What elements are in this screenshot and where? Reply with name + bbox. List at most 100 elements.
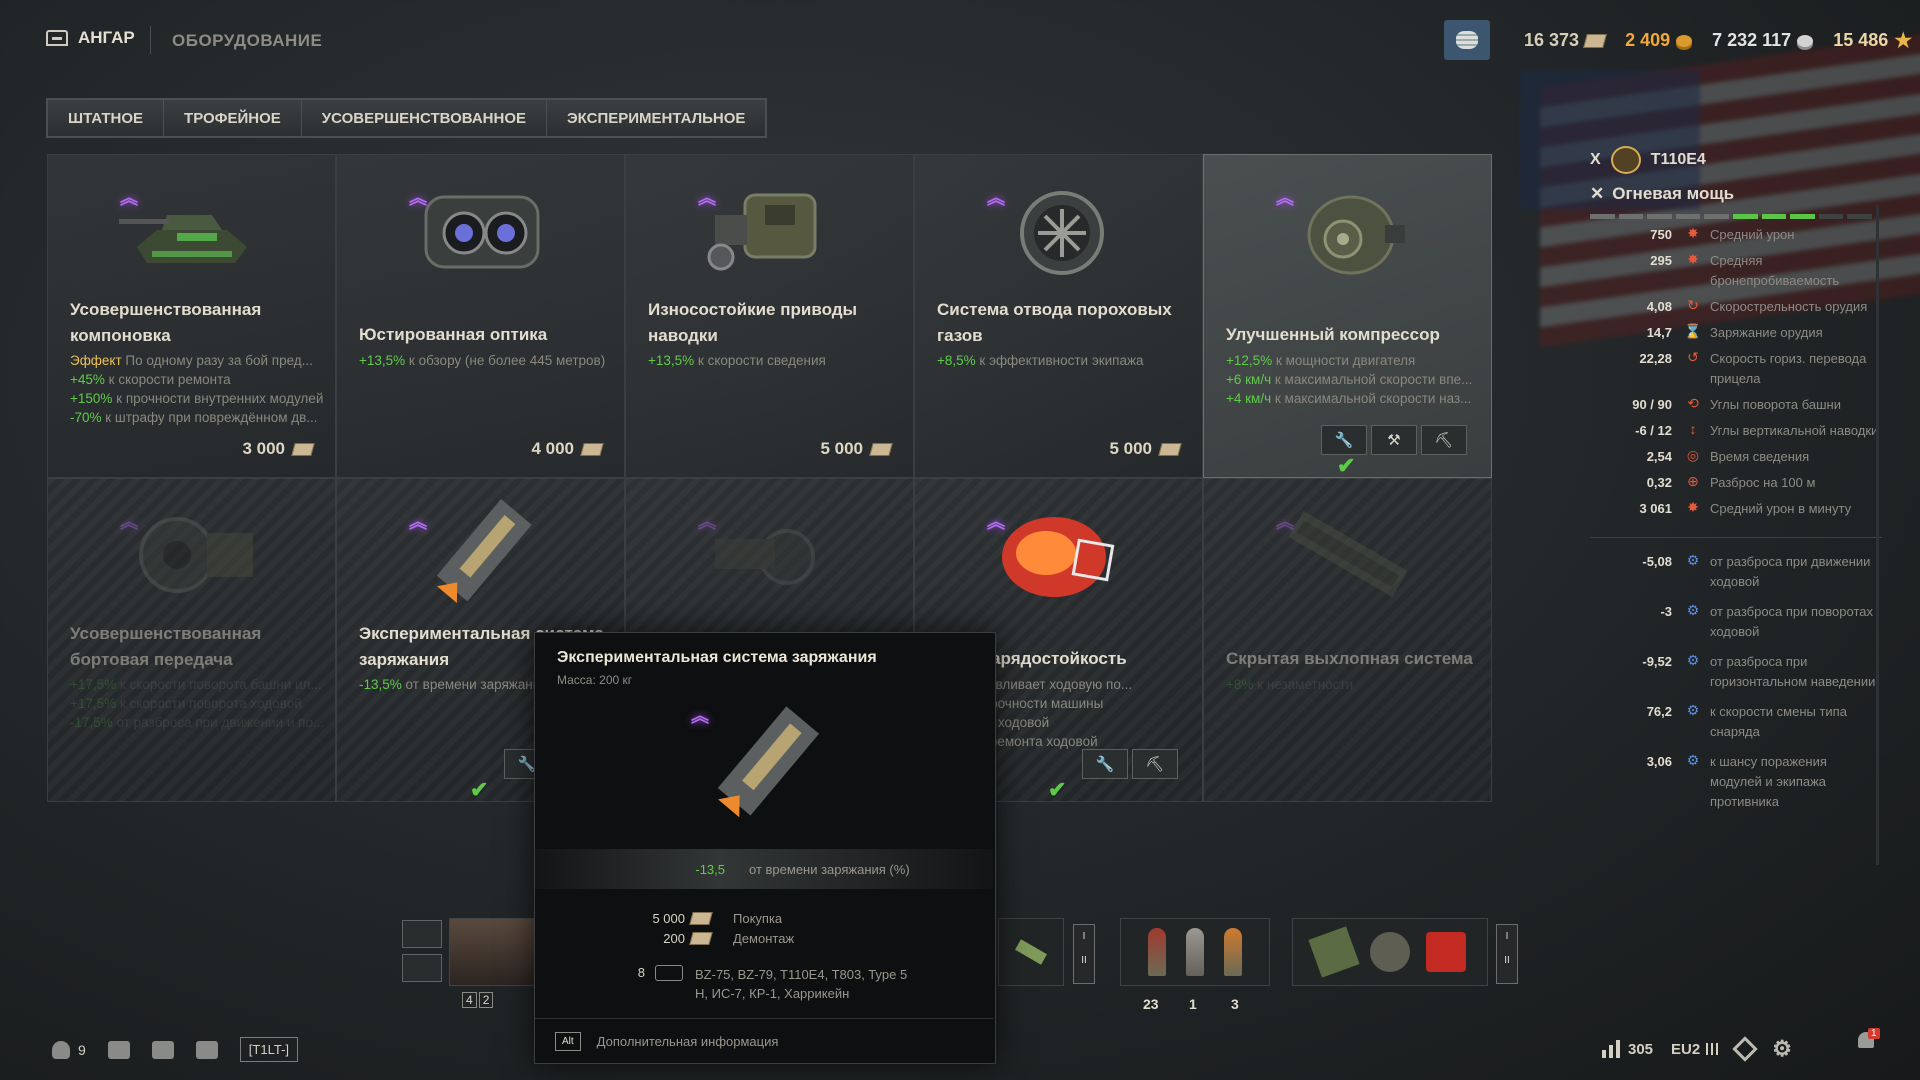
hangar-link[interactable]: АНГАР [46,28,135,48]
tab-trophy[interactable]: ТРОФЕЙНОЕ [164,100,302,136]
tanks-count: 8 [637,965,645,980]
tab-improved[interactable]: УСОВЕРШЕНСТВОВАННОЕ [301,100,547,136]
stat-text: к скорости сведения [694,353,826,368]
rating[interactable]: 305 [1602,1040,1653,1058]
crew-member-portrait[interactable] [449,918,541,986]
shell-ap-icon[interactable] [1148,928,1166,976]
exhaust-icon [1288,511,1407,597]
store-button[interactable] [1444,20,1490,60]
hammer-icon[interactable]: ⛏ [1132,749,1178,779]
stat-value: 14,7 [1646,325,1672,340]
ammo-slots [1120,918,1270,986]
equipment-slot[interactable] [998,918,1064,986]
first-aid-kit-icon[interactable] [1308,926,1360,978]
bonus-value: -9,52 [1642,654,1672,669]
credits-icon [1797,34,1814,47]
stat-icon: ⌛ [1684,323,1702,339]
hammer-icon[interactable]: ⛏ [1421,425,1467,455]
upgrade-chevron-icon: ︽ [1276,188,1294,208]
cola-icon[interactable] [1426,932,1466,972]
stat-value: 295 [1650,253,1672,268]
installed-check-icon: ✔ [1048,777,1067,802]
handshake-icon[interactable] [151,1040,174,1059]
notifications-button[interactable]: 1 [1858,1028,1880,1054]
bonds-balance[interactable]: 16 373 [1524,28,1607,53]
tab-experimental[interactable]: ЭКСПЕРИМЕНТАЛЬНОЕ [547,100,766,136]
turbo-icon [714,529,815,585]
card-stat: +45% к скорости ремонта [70,370,325,389]
bonus-label: от разброса при движении ходовой [1710,554,1871,589]
double-wrench-icon[interactable]: ⚒ [1371,425,1417,455]
wrench-icon[interactable]: 🔧 [1082,749,1128,779]
price: 5 000 [1109,439,1182,459]
consumable-preset-toggle[interactable]: I II [1496,924,1518,984]
shell-heat-icon[interactable] [1186,928,1204,976]
barracks-button[interactable] [402,920,442,948]
card-title: Улучшенный компрессор [1226,325,1440,344]
online-friends[interactable]: 9 [52,1040,86,1059]
clan-icon[interactable] [1732,1036,1758,1062]
credits-balance[interactable]: 7 232 117 [1712,28,1814,53]
card-stat: +13,5% к скорости сведения [648,351,903,370]
equipment-card-exhaust[interactable]: ︽ Скрытая выхлопная система +8% к незаме… [1203,478,1492,802]
stat-icon: ✸ [1687,225,1699,241]
stat-value: +8% [1226,677,1254,692]
tank-name: T110E4 [1650,151,1706,168]
card-title: Усовершенствованная компоновка [70,300,262,345]
equipment-preset-toggle[interactable]: I II [1073,924,1095,984]
card-stat: +4 км/ч к максимальной скорости наз... [1226,389,1481,408]
stat-row: -6 / 12 ↕ Углы вертикальной наводки [1590,421,1882,441]
demount-label: Демонтаж [733,931,795,946]
panel-scrollbar[interactable] [1876,205,1879,865]
section-header[interactable]: ✕ Огневая мощь [1590,184,1882,204]
card-stat: +8,5% к эффективности экипажа [937,351,1192,370]
installed-check-icon: ✔ [470,777,489,802]
bottom-right-bar: 305 EU2 ⚙ [1602,1036,1792,1062]
gold-balance[interactable]: 2 409 [1625,28,1693,53]
equipment-card-improved-layout[interactable]: ︽ Усовершенствованная компоновка Эффект … [47,154,336,478]
gas-fan-icon [1019,191,1104,275]
alt-key-hint: Alt [555,1031,581,1051]
upgrade-chevron-icon: ︽ [409,188,427,208]
star-icon: ★ [1894,30,1913,52]
upgrade-chevron-icon: ︽ [698,512,716,532]
equipment-card-compressor[interactable]: ︽ Улучшенный компрессор +12,5% к мощност… [1203,154,1492,478]
tab-standard[interactable]: ШТАТНОЕ [48,100,165,136]
wrench-icon[interactable]: 🔧 [1321,425,1367,455]
shell-he-icon[interactable] [1224,928,1242,976]
bonus-row: -9,52 ⚙ от разброса при горизонтальном нав… [1590,652,1882,692]
equipment-card-optics[interactable]: ︽ Юстированная оптика +13,5% к обзору (н… [336,154,625,478]
consumable-slots [1292,918,1488,986]
divider [1590,537,1882,538]
bonus-icon: ⚙ [1686,652,1700,668]
stat-text: к эффективности экипажа [975,353,1144,368]
stat-value: -13,5% [359,677,402,692]
repair-kit-icon[interactable] [1370,932,1410,972]
gear-icon[interactable]: ⚙ [1772,1036,1792,1062]
stat-label: Углы поворота башни [1710,397,1842,412]
bond-icon [869,442,893,456]
crew-reset-button[interactable] [402,954,442,982]
compressor-icon [1307,195,1405,275]
chat-icon[interactable] [107,1040,130,1059]
equipment-card-transmission[interactable]: ︽ Усовершенствованная бортовая передача … [47,478,336,802]
bond-icon [1158,442,1182,456]
free-xp-balance[interactable]: 15 486 ★ [1833,28,1912,53]
crew-count: 4 [462,992,477,1008]
equipment-card-gas-system[interactable]: ︽ Система отвода пороховых газов +8,5% к… [914,154,1203,478]
platoon-button[interactable]: [T1LT-] [239,1037,299,1062]
bond-icon [291,442,315,456]
add-icon[interactable] [195,1040,218,1059]
tooltip-mass: Масса: 200 кг [557,673,633,687]
stat-row: 3 061 ✸ Средний урон в минуту [1590,499,1882,519]
server-selector[interactable]: EU2 [1671,1041,1719,1058]
aiming-drive-icon [707,193,816,271]
stat-icon: ✸ [1687,251,1699,267]
stat-text: По одному разу за бой пред... [121,353,313,368]
price-value: 5 000 [1109,439,1152,458]
stat-row: 0,32 ⊕ Разброс на 100 м [1590,473,1882,493]
tank-icon [655,965,683,981]
equipment-card-aiming-drives[interactable]: ︽ Износостойкие приводы наводки +13,5% к… [625,154,914,478]
compatible-tanks: 8 BZ-75, BZ-79, T110E4, T803, Type 5 Н, … [623,965,915,1003]
bonus-icon: ⚙ [1686,752,1700,768]
